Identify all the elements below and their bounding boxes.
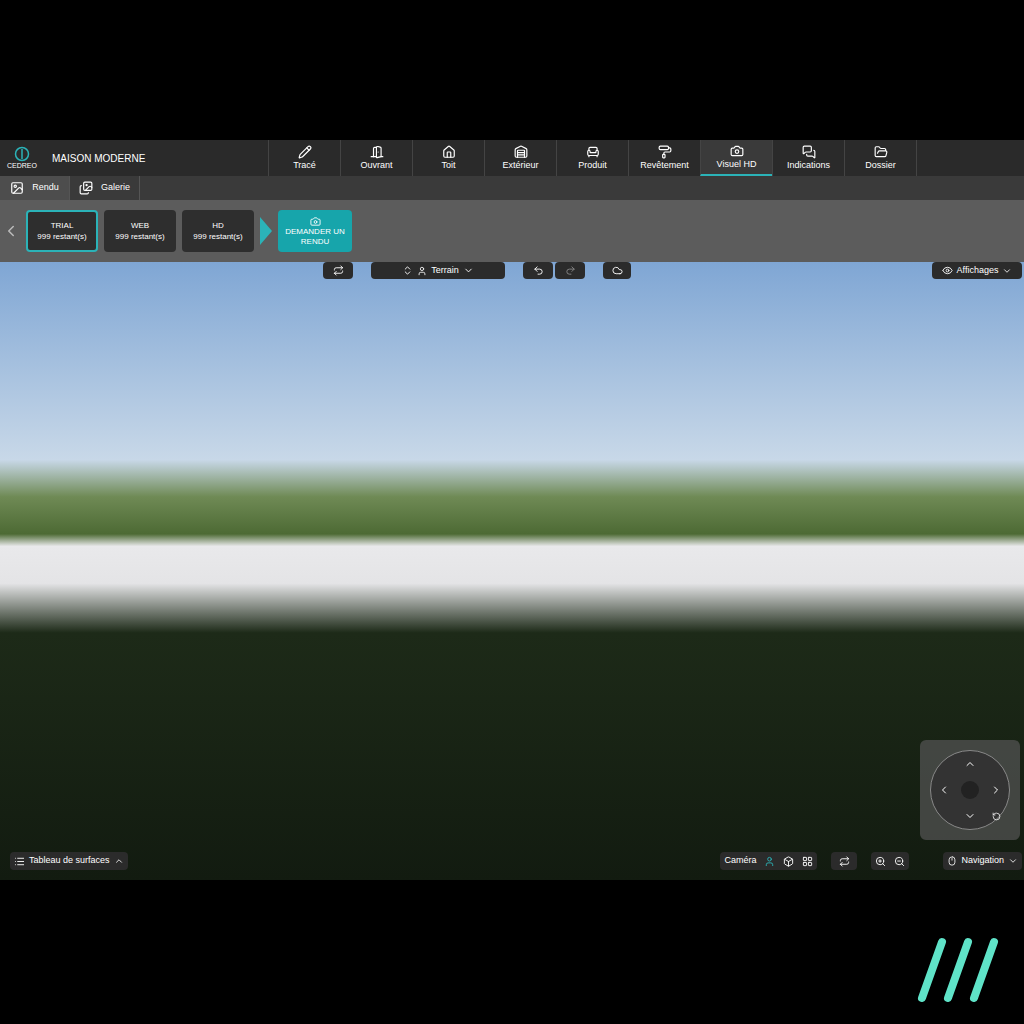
top-letterbox bbox=[0, 0, 1024, 140]
toolbar-button[interactable]: Toit bbox=[412, 140, 484, 176]
pan-left-icon[interactable] bbox=[938, 784, 950, 796]
toolbar-button[interactable]: Visuel HD bbox=[700, 140, 772, 176]
fit-view-button[interactable] bbox=[831, 852, 857, 870]
tool-icon bbox=[658, 145, 672, 159]
reset-icon bbox=[612, 265, 623, 276]
render-option[interactable]: TRIAL999 restant(s) bbox=[26, 210, 98, 252]
redo-button[interactable] bbox=[555, 262, 585, 279]
status-bar: Tableau de surfaces Caméra Navigation bbox=[10, 852, 1022, 870]
render-option[interactable]: HD999 restant(s) bbox=[182, 210, 254, 252]
swap-icon bbox=[333, 265, 344, 276]
toolbar-button[interactable]: Dossier bbox=[844, 140, 916, 176]
tool-icon bbox=[514, 145, 528, 159]
fit-icon bbox=[839, 856, 850, 867]
eye-icon bbox=[942, 265, 953, 276]
main-toolbar: CEDREO MAISON MODERNE TracéOuvrantToitExté… bbox=[0, 140, 1024, 176]
app-window: CEDREO MAISON MODERNE TracéOuvrantToitExté… bbox=[0, 140, 1024, 880]
reset-view-button[interactable] bbox=[603, 262, 631, 279]
tool-icon bbox=[442, 145, 456, 159]
tool-icon bbox=[586, 145, 600, 159]
level-icon bbox=[417, 266, 427, 276]
tab-icon bbox=[10, 181, 24, 195]
toolbar-button[interactable]: Ouvrant bbox=[340, 140, 412, 176]
project-name: MAISON MODERNE bbox=[52, 151, 145, 166]
tool-icon bbox=[370, 145, 384, 159]
camera-icon bbox=[310, 216, 321, 227]
logo-icon bbox=[14, 146, 30, 162]
bottom-letterbox bbox=[0, 880, 1024, 1024]
camera-group[interactable]: Caméra bbox=[720, 852, 817, 870]
tab-bar: RenduGalerie bbox=[0, 176, 1024, 200]
mouse-icon bbox=[947, 856, 957, 866]
toolbar-button[interactable]: Produit bbox=[556, 140, 628, 176]
zoom-in-icon[interactable] bbox=[875, 856, 886, 867]
updown-icon bbox=[402, 265, 413, 276]
level-select[interactable]: Terrain bbox=[371, 262, 505, 279]
tool-icon bbox=[874, 145, 888, 159]
render-panel: TRIAL999 restant(s)WEB999 restant(s)HD99… bbox=[0, 200, 1024, 262]
toolbar-button[interactable]: Indications bbox=[772, 140, 844, 176]
tool-icon bbox=[298, 145, 312, 159]
pan-up-icon[interactable] bbox=[964, 758, 976, 770]
rotate-icon[interactable] bbox=[992, 812, 1001, 821]
viewport-toolbar: Terrain bbox=[323, 262, 631, 279]
scroll-left-icon[interactable] bbox=[2, 222, 20, 240]
render-option[interactable]: WEB999 restant(s) bbox=[104, 210, 176, 252]
brand-mark-icon bbox=[916, 936, 1004, 1004]
display-button[interactable]: Affichages bbox=[932, 262, 1022, 279]
screen: CEDREO MAISON MODERNE TracéOuvrantToitExté… bbox=[0, 0, 1024, 1024]
brand: CEDREO MAISON MODERNE bbox=[0, 140, 268, 176]
undo-icon bbox=[533, 265, 544, 276]
request-render-button[interactable]: DEMANDER UN RENDU bbox=[278, 210, 352, 252]
undo-button[interactable] bbox=[523, 262, 553, 279]
arrow-icon bbox=[260, 217, 272, 245]
logo: CEDREO bbox=[4, 146, 40, 170]
tab[interactable]: Galerie bbox=[70, 176, 140, 200]
navigation-button[interactable]: Navigation bbox=[943, 852, 1022, 870]
surfaces-table-button[interactable]: Tableau de surfaces bbox=[10, 852, 128, 870]
chevron-down-icon bbox=[463, 265, 474, 276]
3d-viewport[interactable]: Terrain Affichages Tableau de surfaces Camé… bbox=[0, 262, 1024, 880]
tool-icon bbox=[730, 144, 744, 158]
zoom-out-icon[interactable] bbox=[894, 856, 905, 867]
tool-icon bbox=[802, 145, 816, 159]
toolbar-button[interactable]: Revêtement bbox=[628, 140, 700, 176]
toolbar-button[interactable]: Tracé bbox=[268, 140, 340, 176]
tab-icon bbox=[79, 181, 93, 195]
swap-view-button[interactable] bbox=[323, 262, 353, 279]
pan-down-icon[interactable] bbox=[964, 810, 976, 822]
walk-camera-icon[interactable] bbox=[764, 856, 775, 867]
toolbar-button[interactable]: Extérieur bbox=[484, 140, 556, 176]
compass-center[interactable] bbox=[961, 781, 979, 799]
redo-icon bbox=[565, 265, 576, 276]
3d-camera-icon[interactable] bbox=[783, 856, 794, 867]
plan-camera-icon[interactable] bbox=[802, 856, 813, 867]
list-icon bbox=[14, 856, 25, 867]
chevron-down-icon bbox=[1008, 856, 1018, 866]
tab[interactable]: Rendu bbox=[0, 176, 70, 200]
chevron-down-icon bbox=[1002, 266, 1012, 276]
navigation-compass[interactable] bbox=[920, 740, 1020, 840]
zoom-group[interactable] bbox=[871, 852, 909, 870]
chevron-up-icon bbox=[114, 856, 124, 866]
pan-right-icon[interactable] bbox=[990, 784, 1002, 796]
